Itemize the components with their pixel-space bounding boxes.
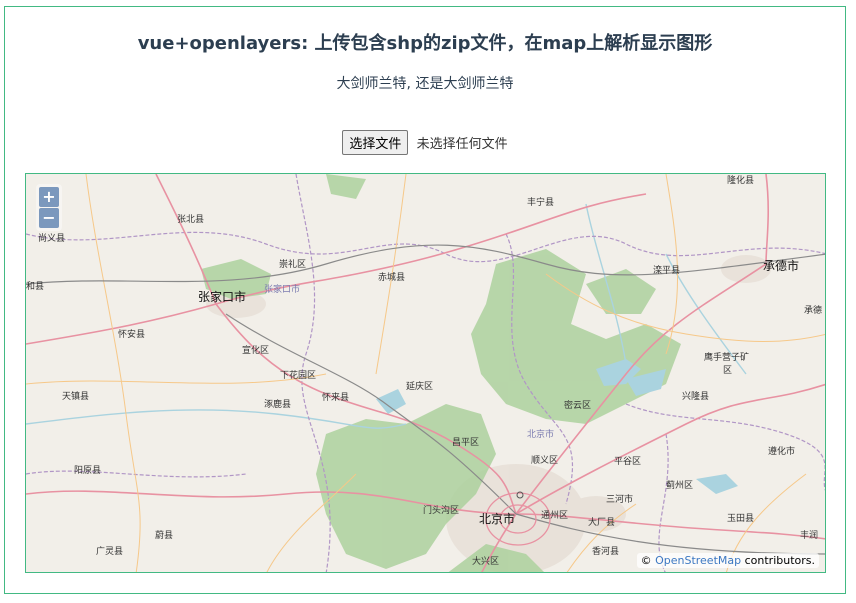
zoom-control: + − — [36, 184, 62, 231]
label-zunhua: 遵化市 — [768, 445, 795, 457]
label-daxing: 大兴区 — [472, 555, 499, 567]
label-zhangjiakou: 张家口市 — [198, 289, 246, 304]
map-tiles: 隆化县 张北县 尚义县 丰宁县 崇礼区 赤城县 滦平县 承德市 承德 张家口市 … — [26, 174, 825, 572]
page-title: vue+openlayers: 上传包含shp的zip文件，在map上解析显示图… — [137, 33, 713, 54]
file-upload-row: 选择文件 未选择任何文件 — [5, 130, 845, 155]
map-viewport[interactable]: 隆化县 张北县 尚义县 丰宁县 崇礼区 赤城县 滦平县 承德市 承德 张家口市 … — [25, 173, 826, 573]
label-he: 和县 — [26, 281, 44, 292]
label-beijing-faint: 北京市 — [527, 428, 554, 440]
label-yutian: 玉田县 — [727, 513, 754, 524]
label-luanping: 滦平县 — [653, 264, 680, 276]
zoom-out-button[interactable]: − — [39, 208, 59, 228]
label-changping: 昌平区 — [452, 437, 479, 448]
label-tongzhou: 通州区 — [541, 510, 568, 521]
label-longhua: 隆化县 — [727, 174, 754, 186]
label-chongli: 崇礼区 — [279, 258, 306, 270]
label-huailai: 怀来县 — [322, 391, 349, 403]
label-tianzhen: 天镇县 — [62, 390, 89, 402]
label-fengrun: 丰润 — [800, 529, 818, 541]
label-jizhou: 蓟州区 — [666, 479, 693, 491]
choose-file-button[interactable]: 选择文件 — [342, 130, 409, 155]
label-sanhe: 三河市 — [606, 493, 633, 505]
label-yuxian: 蔚县 — [155, 529, 173, 541]
label-xiahuayuan: 下花园区 — [280, 369, 316, 381]
label-qu: 区 — [723, 365, 732, 376]
copyright-symbol: © — [640, 554, 652, 567]
label-yanqing: 延庆区 — [406, 380, 433, 392]
label-yangyuan: 阳原县 — [74, 465, 101, 476]
label-huaian: 怀安县 — [118, 328, 145, 340]
label-guangling: 广灵县 — [96, 545, 123, 557]
label-xianghe: 香河县 — [592, 545, 619, 557]
label-pinggu: 平谷区 — [614, 456, 641, 467]
label-miyun: 密云区 — [564, 399, 591, 411]
osm-link[interactable]: OpenStreetMap — [655, 554, 741, 567]
label-xuanhua: 宣化区 — [242, 344, 269, 356]
label-zhangbei: 张北县 — [177, 214, 204, 225]
label-beijing: 北京市 — [479, 511, 515, 526]
label-chicheng: 赤城县 — [378, 272, 405, 283]
label-zhuolu: 涿鹿县 — [264, 398, 291, 410]
page-container: vue+openlayers: 上传包含shp的zip文件，在map上解析显示图… — [4, 6, 846, 594]
label-chengde2: 承德 — [804, 304, 822, 316]
attribution-suffix: contributors. — [744, 554, 815, 567]
label-shunyi: 顺义区 — [531, 455, 558, 466]
label-chengde: 承德市 — [763, 258, 799, 273]
map-attribution: © OpenStreetMap contributors. — [636, 553, 819, 568]
page-subtitle: 大剑师兰特, 还是大剑师兰特 — [336, 76, 514, 92]
label-yingshouyingzi: 鹰手营子矿 — [704, 351, 749, 363]
zoom-in-button[interactable]: + — [39, 187, 59, 207]
label-mentougou: 门头沟区 — [423, 504, 459, 516]
file-status-text: 未选择任何文件 — [416, 137, 508, 152]
label-xinglong: 兴隆县 — [682, 390, 709, 402]
label-zhangjiakou-faint: 张家口市 — [264, 283, 300, 295]
label-shangyi: 尚义县 — [38, 232, 65, 244]
label-dachang: 大厂县 — [588, 516, 615, 528]
label-fengning: 丰宁县 — [527, 196, 554, 208]
